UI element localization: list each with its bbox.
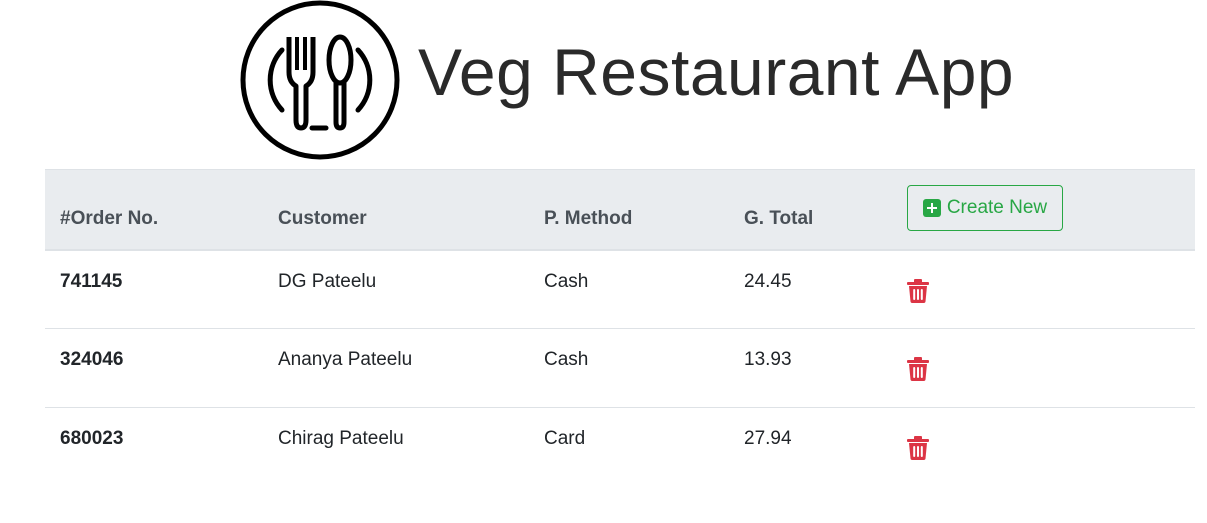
grand-total: 13.93 — [744, 349, 792, 370]
trash-icon[interactable] — [907, 278, 929, 303]
app-header: Veg Restaurant App — [0, 0, 1207, 165]
orders-table-container: #Order No. Customer P. Method G. Total 7… — [45, 169, 1195, 487]
delete-order-button[interactable] — [907, 357, 929, 387]
column-header-payment-method: P. Method — [529, 169, 729, 251]
order-number: 680023 — [60, 428, 124, 449]
column-header-customer: Customer — [263, 169, 529, 251]
payment-method: Cash — [544, 270, 589, 292]
order-number: 741145 — [60, 270, 123, 292]
grand-total: 24.45 — [744, 270, 792, 292]
table-row[interactable]: 324046 Ananya Pateelu Cash 13.93 — [45, 329, 1195, 408]
grand-total: 27.94 — [744, 428, 792, 449]
row-actions — [892, 250, 1195, 329]
column-header-grand-total: G. Total — [729, 169, 892, 251]
row-actions — [892, 329, 1195, 408]
payment-method: Card — [544, 428, 586, 449]
order-number: 324046 — [60, 349, 124, 370]
create-new-label: Create New — [946, 197, 1048, 218]
trash-icon[interactable] — [907, 357, 929, 381]
table-row[interactable]: 680023 Chirag Pateelu Card 27.94 — [45, 408, 1195, 487]
table-row[interactable]: 741145 DG Pateelu Cash 24.45 — [45, 250, 1195, 329]
app-title: Veg Restaurant App — [418, 35, 1015, 109]
customer-name: Ananya Pateelu — [278, 349, 413, 370]
row-actions — [892, 408, 1195, 487]
trash-icon[interactable] — [907, 436, 929, 460]
column-header-order-no: #Order No. — [45, 169, 263, 251]
delete-order-button[interactable] — [907, 278, 929, 309]
delete-order-button[interactable] — [907, 436, 929, 466]
customer-name: DG Pateelu — [278, 270, 377, 292]
create-new-button[interactable]: Create New — [907, 185, 1063, 231]
customer-name: Chirag Pateelu — [278, 428, 404, 449]
fork-spoon-logo-icon — [240, 0, 400, 160]
payment-method: Cash — [544, 349, 589, 370]
plus-square-icon — [922, 199, 941, 217]
